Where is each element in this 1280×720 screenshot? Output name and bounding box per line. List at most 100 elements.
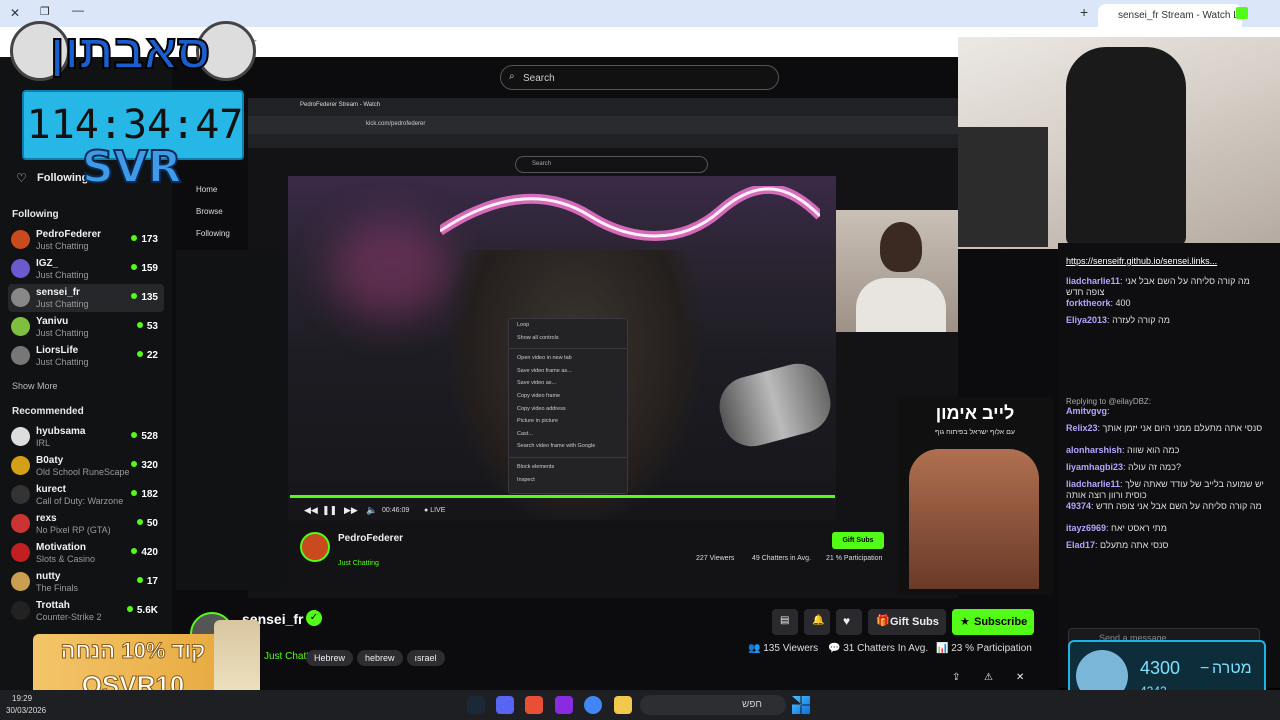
search-placeholder: Search: [523, 73, 555, 84]
pause-icon[interactable]: ❚❚: [322, 505, 337, 516]
channel-avatar-icon: [11, 601, 30, 620]
viewer-count: 50: [136, 518, 158, 529]
sidebar-channel-item[interactable]: B0aty Old School RuneScape 320: [8, 452, 164, 480]
report-icon[interactable]: ⚠: [984, 672, 993, 683]
sidebar-channel-item[interactable]: hyubsama IRL 528: [8, 423, 164, 451]
chat-username[interactable]: liadcharlie11: [1066, 276, 1120, 286]
clip-icon: ▤: [780, 615, 790, 626]
channel-avatar-icon: [11, 346, 30, 365]
tag-israel[interactable]: ısrael: [406, 650, 445, 666]
chat-username[interactable]: Amitvgvg: [1066, 406, 1107, 416]
channel-category: Just Chatting: [36, 357, 89, 367]
gaming-chair: [1066, 47, 1186, 247]
channel-name: Yanivu: [36, 316, 69, 327]
sidebar-channel-item[interactable]: nutty The Finals 17: [8, 568, 164, 596]
browser-tab[interactable]: sensei_fr Stream - Watch Live on Kick: [1098, 4, 1242, 27]
inner-tab-title: PedroFederer Stream - Watch: [300, 102, 381, 108]
channel-category: Slots & Casino: [36, 554, 96, 564]
channel-avatar-icon: [11, 485, 30, 504]
inner-chatters: 49 Chatters in Avg.: [752, 555, 812, 562]
inner-url: kick.com/pedrofederer: [366, 121, 426, 127]
sidebar-channel-item[interactable]: Motivation Slots & Casino 420: [8, 539, 164, 567]
viewer-count: 320: [131, 460, 158, 471]
steam-icon[interactable]: [467, 696, 485, 714]
following-nav-label[interactable]: Following: [37, 172, 88, 184]
channel-name: kurect: [36, 484, 67, 495]
inner-bookmarks: [248, 134, 958, 148]
show-more-link[interactable]: Show More: [12, 381, 58, 391]
search-icon: ⌕: [509, 71, 515, 82]
tag-hebrew-lower[interactable]: hebrew: [357, 650, 403, 666]
chrome-icon[interactable]: [584, 696, 602, 714]
viewer-count: 159: [131, 263, 158, 274]
chat-message: liadcharlie11: מה קורה סליחה על השם אבל …: [1066, 276, 1250, 297]
channel-tags: Hebrew hebrew ısrael: [306, 648, 449, 666]
search-input[interactable]: ⌕ Search: [500, 65, 779, 90]
sidebar-channel-item[interactable]: LiorsLife Just Chatting 22: [8, 342, 164, 370]
chat-username[interactable]: Relix23: [1066, 423, 1098, 433]
app-icon[interactable]: [525, 696, 543, 714]
subscribe-button[interactable]: ★ Subscribe: [952, 609, 1034, 635]
gift-subs-button[interactable]: 🎁 Gift Subs: [868, 609, 946, 635]
progress-bar[interactable]: [290, 495, 835, 498]
chat-username[interactable]: Eliya2013: [1066, 315, 1107, 325]
sidebar-channel-item[interactable]: Yanivu Just Chatting 53: [8, 313, 164, 341]
sidebar-channel-item[interactable]: kurect Call of Duty: Warzone 182: [8, 481, 164, 509]
taskbar-date: 30/03/2026: [6, 706, 47, 715]
channel-category: The Finals: [36, 583, 79, 593]
channel-avatar-icon: [11, 259, 30, 278]
tag-hebrew[interactable]: Hebrew: [306, 650, 354, 666]
chat-username[interactable]: forktheork: [1066, 298, 1111, 308]
chat-username[interactable]: liyamhagbi23: [1066, 462, 1123, 472]
participation-text: 23 % Participation: [951, 643, 1032, 654]
sidebar-channel-item[interactable]: sensei_fr Just Chatting 135: [8, 284, 164, 312]
rewind-icon[interactable]: ◀◀: [304, 505, 318, 516]
inner-gift-button: Gift Subs: [832, 532, 884, 549]
notification-button[interactable]: 🔔: [804, 609, 830, 635]
skip-icon[interactable]: ▶▶: [344, 505, 358, 516]
viewer-count: 528: [131, 431, 158, 442]
chat-message: Relix23: סנסי אתה מתעלם ממני היום אני יז…: [1066, 423, 1263, 433]
mute-icon[interactable]: ✕: [1016, 672, 1024, 683]
sidebar-channel-item[interactable]: Trottah Counter-Strike 2 5.6K: [8, 597, 164, 625]
gift-subs-label: Gift Subs: [890, 616, 939, 628]
taskbar-time: 19:29: [12, 694, 33, 703]
chat-link[interactable]: https://senseifr.github.io/sensei.links.…: [1066, 256, 1266, 267]
discord-icon[interactable]: [496, 696, 514, 714]
live-dot-icon: [136, 351, 143, 357]
new-tab-icon[interactable]: +: [1080, 4, 1088, 20]
sidebar-channel-item[interactable]: PedroFederer Just Chatting 173: [8, 226, 164, 254]
chat-username[interactable]: 49374: [1066, 501, 1091, 511]
live-dot-icon: [131, 293, 138, 299]
channel-category: Just Chatting: [36, 328, 89, 338]
chat-username[interactable]: liadcharlie11: [1066, 479, 1120, 489]
player-live: ● LIVE: [424, 507, 446, 514]
follow-button[interactable]: ♥: [836, 609, 862, 635]
volume-icon[interactable]: 🔈: [366, 505, 377, 516]
chat-message: Elad17: סנסי אתה מתעלם: [1066, 540, 1169, 550]
channel-avatar-icon: [11, 572, 30, 591]
player-time: 00:46:09: [382, 507, 410, 514]
taskbar-search[interactable]: חפש: [640, 695, 786, 715]
live-dot-icon: [136, 577, 143, 583]
theater-button[interactable]: ▤: [772, 609, 798, 635]
live-dot-icon: [136, 322, 143, 328]
context-menu-item: Save video as...: [517, 380, 557, 387]
inner-streamer-avatar: [300, 532, 330, 562]
sidebar-channel-item[interactable]: rexs No Pixel RP (GTA) 50: [8, 510, 164, 538]
chat-username[interactable]: Elad17: [1066, 540, 1095, 550]
viewer-count: 173: [131, 234, 158, 245]
chat-message: Amitvgvg:: [1066, 406, 1110, 416]
file-explorer-icon[interactable]: [614, 696, 632, 714]
ad-subtitle: עם אלוף ישראל בפיתוח גוף: [935, 429, 1015, 436]
pip-shirt: [856, 278, 946, 332]
pink-glow: [330, 220, 450, 320]
obs-icon[interactable]: [555, 696, 573, 714]
context-menu-item: Picture in picture: [517, 418, 558, 425]
chat-username[interactable]: alonharshish: [1066, 445, 1122, 455]
taskbar: 19:29 30/03/2026 חפש: [0, 690, 1280, 720]
sidebar-channel-item[interactable]: IGZ_ Just Chatting 159: [8, 255, 164, 283]
share-icon[interactable]: ⇪: [952, 672, 960, 683]
chat-username[interactable]: itayz6969: [1066, 523, 1106, 533]
windows-start-icon[interactable]: [792, 696, 810, 714]
